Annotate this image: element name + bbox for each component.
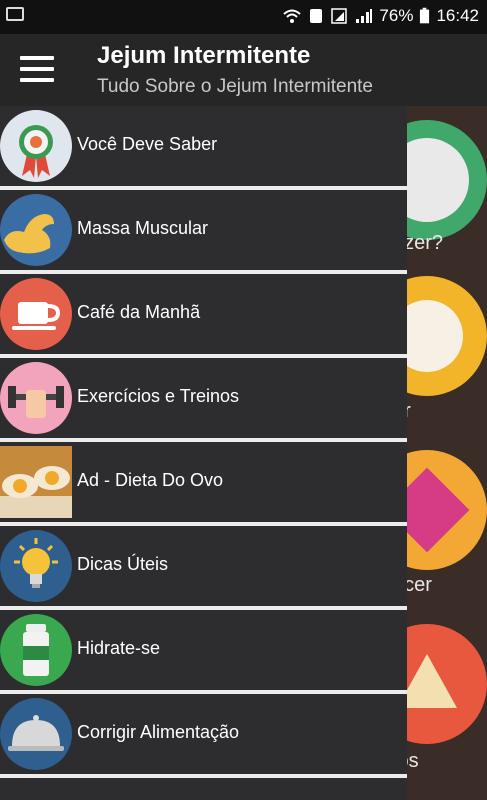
egg-toast-photo bbox=[0, 446, 72, 518]
award-badge-icon bbox=[0, 110, 72, 182]
water-bottle-icon bbox=[0, 614, 72, 686]
app-bar: Jejum Intermitente Tudo Sobre o Jejum In… bbox=[0, 34, 487, 106]
background-label: los bbox=[407, 750, 419, 772]
clock: 16:42 bbox=[436, 6, 479, 25]
background-card-icon bbox=[407, 624, 487, 744]
app-title: Jejum Intermitente bbox=[97, 42, 311, 69]
gallery-notification-icon bbox=[6, 7, 24, 21]
menu-item-massa-muscular[interactable]: Massa Muscular bbox=[0, 190, 407, 274]
background-label: azer? bbox=[407, 232, 444, 254]
menu-item-label: Ad - Dieta Do Ovo bbox=[77, 470, 224, 490]
signal-icon bbox=[331, 8, 348, 24]
menu-item-exercicios-e-treinos[interactable]: Exercícios e Treinos bbox=[0, 358, 407, 442]
status-bar: 76% 16:42 bbox=[0, 0, 487, 34]
lightbulb-icon bbox=[0, 530, 72, 602]
menu-item-cafe-da-manha[interactable]: Café da Manhã bbox=[0, 274, 407, 358]
menu-item-ad-dieta-do-ovo[interactable]: Ad - Dieta Do Ovo bbox=[0, 442, 407, 526]
battery-icon bbox=[420, 7, 430, 24]
coffee-cup-icon bbox=[0, 278, 72, 350]
status-icons: 76% 16:42 bbox=[283, 6, 479, 26]
background-label: ecer bbox=[407, 574, 432, 596]
cloche-icon bbox=[0, 698, 72, 770]
menu-item-label: Hidrate-se bbox=[77, 638, 161, 658]
sd-card-icon bbox=[310, 9, 323, 23]
background-card-icon bbox=[407, 276, 487, 396]
menu-item-label: Café da Manhã bbox=[77, 302, 201, 322]
main-content-behind-drawer: azer? er ecer los bbox=[407, 106, 487, 800]
signal-bars-icon bbox=[356, 9, 373, 23]
menu-item-label: Você Deve Saber bbox=[77, 134, 218, 154]
menu-item-label: Massa Muscular bbox=[77, 218, 209, 238]
background-label: er bbox=[407, 400, 411, 422]
menu-item-voce-deve-saber[interactable]: Você Deve Saber bbox=[0, 106, 407, 190]
battery-percentage: 76% bbox=[379, 6, 414, 25]
background-card-icon bbox=[407, 120, 487, 240]
menu-item-label: Dicas Úteis bbox=[77, 554, 169, 574]
dumbbell-icon bbox=[0, 362, 72, 434]
background-card-icon bbox=[407, 450, 487, 570]
menu-item-label: Corrigir Alimentação bbox=[77, 722, 240, 742]
menu-item-dicas-uteis[interactable]: Dicas Úteis bbox=[0, 526, 407, 610]
wifi-icon bbox=[283, 9, 302, 23]
navigation-drawer: Você Deve Saber Massa Muscular Café da M… bbox=[0, 106, 407, 800]
app-subtitle: Tudo Sobre o Jejum Intermitente bbox=[97, 76, 373, 97]
menu-item-hidrate-se[interactable]: Hidrate-se bbox=[0, 610, 407, 694]
menu-item-corrigir-alimentacao[interactable]: Corrigir Alimentação bbox=[0, 694, 407, 778]
menu-item-label: Exercícios e Treinos bbox=[77, 386, 240, 406]
menu-icon[interactable] bbox=[20, 56, 54, 82]
flexed-arm-icon bbox=[0, 194, 72, 266]
